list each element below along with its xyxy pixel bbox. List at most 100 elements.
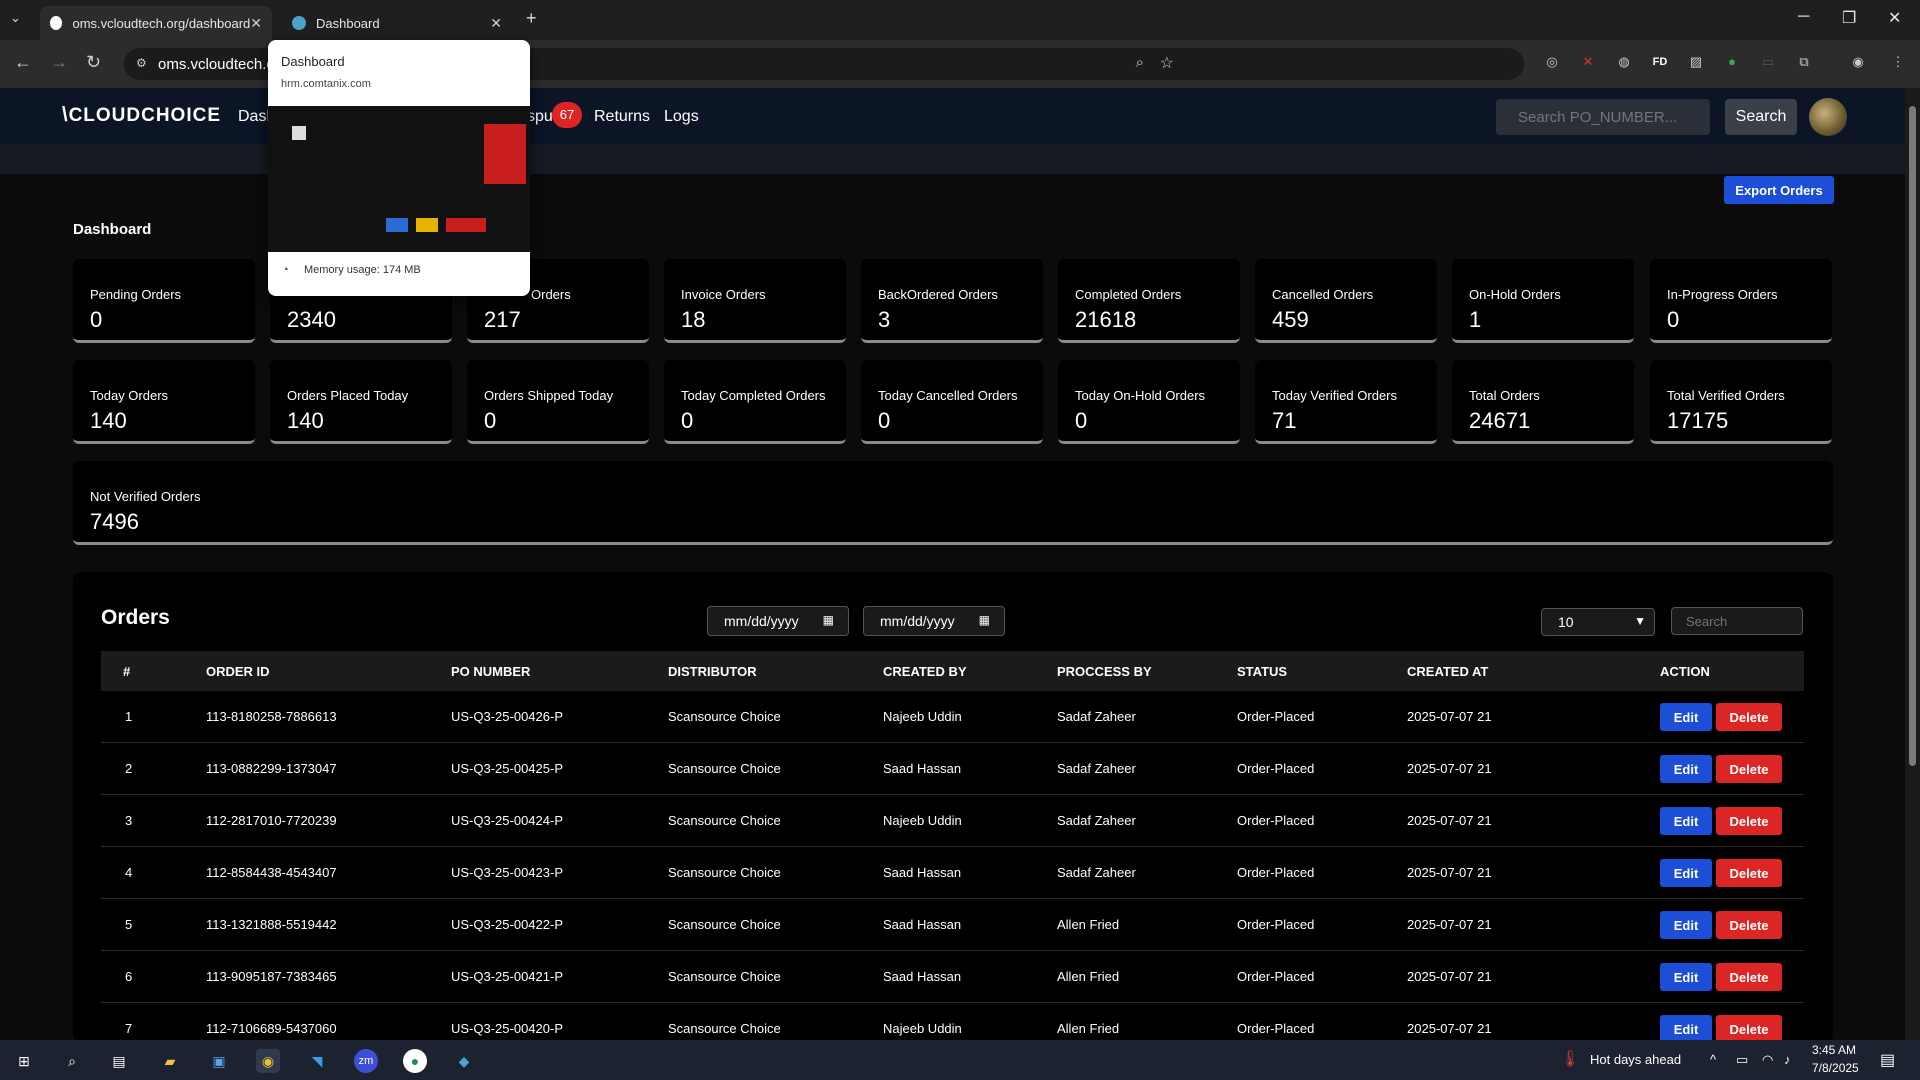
- orders-search-input[interactable]: [1671, 607, 1803, 635]
- shield-icon[interactable]: ●: [1722, 52, 1742, 72]
- export-orders-button[interactable]: Export Orders: [1724, 176, 1834, 204]
- edit-button[interactable]: Edit: [1660, 755, 1712, 783]
- delete-button[interactable]: Delete: [1716, 911, 1782, 939]
- mongodb-icon[interactable]: ●: [403, 1049, 427, 1073]
- col-order-id[interactable]: ORDER ID: [206, 664, 270, 679]
- tab-search-icon[interactable]: ⌄: [10, 10, 21, 26]
- edit-button[interactable]: Edit: [1660, 1015, 1712, 1043]
- edit-button[interactable]: Edit: [1660, 963, 1712, 991]
- card-onhold-orders[interactable]: On-Hold Orders 1: [1452, 259, 1634, 343]
- file-explorer-icon[interactable]: ▰: [158, 1049, 182, 1073]
- card-today-onhold[interactable]: Today On-Hold Orders 0: [1058, 360, 1240, 444]
- nav-returns[interactable]: Returns: [594, 108, 650, 126]
- card-today-orders[interactable]: Today Orders 140: [73, 360, 255, 444]
- user-avatar[interactable]: [1809, 98, 1847, 136]
- wifi-icon[interactable]: ◠: [1762, 1052, 1773, 1068]
- close-window-icon[interactable]: ✕: [1888, 8, 1901, 28]
- delete-button[interactable]: Delete: [1716, 755, 1782, 783]
- battery-icon[interactable]: ▭: [1736, 1052, 1748, 1068]
- po-search-input[interactable]: [1496, 99, 1710, 135]
- bookmark-star-icon[interactable]: ☆: [1160, 53, 1174, 73]
- card-not-verified[interactable]: Not Verified Orders 7496: [73, 461, 1833, 545]
- col-po-number[interactable]: PO NUMBER: [451, 664, 530, 679]
- card-total-verified[interactable]: Total Verified Orders 17175: [1650, 360, 1832, 444]
- taskbar-search-icon[interactable]: ⌕: [60, 1049, 84, 1073]
- card-invoice-orders[interactable]: Invoice Orders 18: [664, 259, 846, 343]
- edit-button[interactable]: Edit: [1660, 807, 1712, 835]
- edit-button[interactable]: Edit: [1660, 859, 1712, 887]
- screen-icon[interactable]: ▭: [1758, 52, 1778, 72]
- col-process-by[interactable]: PROCCESS BY: [1057, 664, 1152, 679]
- close-red-icon[interactable]: ✕: [1578, 52, 1598, 72]
- card-total-orders[interactable]: Total Orders 24671: [1452, 360, 1634, 444]
- nav-disputes[interactable]: spu: [527, 108, 553, 126]
- weather-icon[interactable]: 🌡: [1560, 1049, 1580, 1069]
- task-view-icon[interactable]: ▤: [107, 1049, 131, 1073]
- glasses-icon[interactable]: ◎: [1542, 52, 1562, 72]
- delete-button[interactable]: Delete: [1716, 1015, 1782, 1043]
- per-page-select[interactable]: 10 ▼: [1541, 608, 1655, 636]
- date-to-input[interactable]: mm/dd/yyyy ▦: [863, 606, 1005, 636]
- new-tab-icon[interactable]: +: [526, 8, 537, 29]
- col-status[interactable]: STATUS: [1237, 664, 1287, 679]
- windows-start-icon[interactable]: ⊞: [12, 1049, 36, 1073]
- zoom-icon[interactable]: ⌕: [1136, 54, 1144, 71]
- puzzle-icon[interactable]: ⧉: [1794, 52, 1814, 72]
- reload-icon[interactable]: ↻: [86, 52, 101, 73]
- delete-button[interactable]: Delete: [1716, 963, 1782, 991]
- card-today-verified[interactable]: Today Verified Orders 71: [1255, 360, 1437, 444]
- cloudchoice-logo[interactable]: \CLOUDCHOICE: [62, 104, 221, 127]
- close-tab-icon[interactable]: ✕: [490, 15, 502, 32]
- nav-logs[interactable]: Logs: [664, 108, 699, 126]
- tab-hrm-dashboard[interactable]: Dashboard ✕: [282, 6, 512, 40]
- card-backordered-orders[interactable]: BackOrdered Orders 3: [861, 259, 1043, 343]
- volume-icon[interactable]: ♪: [1784, 1052, 1791, 1067]
- close-tab-icon[interactable]: ✕: [250, 15, 262, 32]
- notification-icon[interactable]: ▤: [1880, 1050, 1895, 1070]
- delete-button[interactable]: Delete: [1716, 859, 1782, 887]
- col-created-at[interactable]: CREATED AT: [1407, 664, 1488, 679]
- forward-icon[interactable]: →: [50, 52, 68, 73]
- vscode-icon[interactable]: ◥: [305, 1049, 329, 1073]
- card-label: Today Orders: [90, 388, 169, 403]
- po-search-button[interactable]: Search: [1725, 99, 1797, 135]
- edit-button[interactable]: Edit: [1660, 911, 1712, 939]
- card-today-cancelled[interactable]: Today Cancelled Orders 0: [861, 360, 1043, 444]
- card-orders-placed-today[interactable]: Orders Placed Today 140: [270, 360, 452, 444]
- tray-chevron-icon[interactable]: ^: [1710, 1052, 1716, 1067]
- cell-status: Order-Placed: [1237, 917, 1315, 932]
- calendar-icon[interactable]: ▦: [823, 613, 834, 627]
- image-icon[interactable]: ▨: [1686, 52, 1706, 72]
- edit-button[interactable]: Edit: [1660, 703, 1712, 731]
- delete-button[interactable]: Delete: [1716, 703, 1782, 731]
- back-icon[interactable]: ←: [14, 52, 32, 73]
- store-icon[interactable]: ▣: [207, 1049, 231, 1073]
- globe-icon[interactable]: ◍: [1614, 52, 1634, 72]
- date-from-input[interactable]: mm/dd/yyyy ▦: [707, 606, 849, 636]
- card-pending-orders[interactable]: Pending Orders 0: [73, 259, 255, 343]
- card-cancelled-orders[interactable]: Cancelled Orders 459: [1255, 259, 1437, 343]
- clock-time[interactable]: 3:45 AM: [1812, 1043, 1856, 1057]
- card-today-completed[interactable]: Today Completed Orders 0: [664, 360, 846, 444]
- card-inprogress-orders[interactable]: In-Progress Orders 0: [1650, 259, 1832, 343]
- profile-icon[interactable]: ◉: [1848, 52, 1868, 72]
- site-info-icon[interactable]: ⚙: [136, 56, 147, 70]
- weather-text[interactable]: Hot days ahead: [1590, 1052, 1681, 1067]
- card-value: 17175: [1667, 408, 1729, 433]
- minimize-icon[interactable]: ─: [1798, 8, 1809, 26]
- clock-date[interactable]: 7/8/2025: [1812, 1061, 1859, 1075]
- col-created-by[interactable]: CREATED BY: [883, 664, 967, 679]
- tab-oms-dashboard[interactable]: oms.vcloudtech.org/dashboard ✕: [40, 6, 272, 40]
- restore-icon[interactable]: ❐: [1842, 8, 1856, 28]
- app-icon[interactable]: ◆: [452, 1049, 476, 1073]
- menu-icon[interactable]: ⋮: [1888, 52, 1908, 72]
- scrollbar-thumb[interactable]: [1909, 106, 1916, 766]
- chrome-icon[interactable]: ◉: [256, 1049, 280, 1073]
- card-orders-shipped-today[interactable]: Orders Shipped Today 0: [467, 360, 649, 444]
- fd-icon[interactable]: FD: [1650, 52, 1670, 72]
- delete-button[interactable]: Delete: [1716, 807, 1782, 835]
- calendar-icon[interactable]: ▦: [979, 613, 990, 627]
- zoom-app-icon[interactable]: zm: [354, 1049, 378, 1073]
- card-completed-orders[interactable]: Completed Orders 21618: [1058, 259, 1240, 343]
- col-distributor[interactable]: DISTRIBUTOR: [668, 664, 757, 679]
